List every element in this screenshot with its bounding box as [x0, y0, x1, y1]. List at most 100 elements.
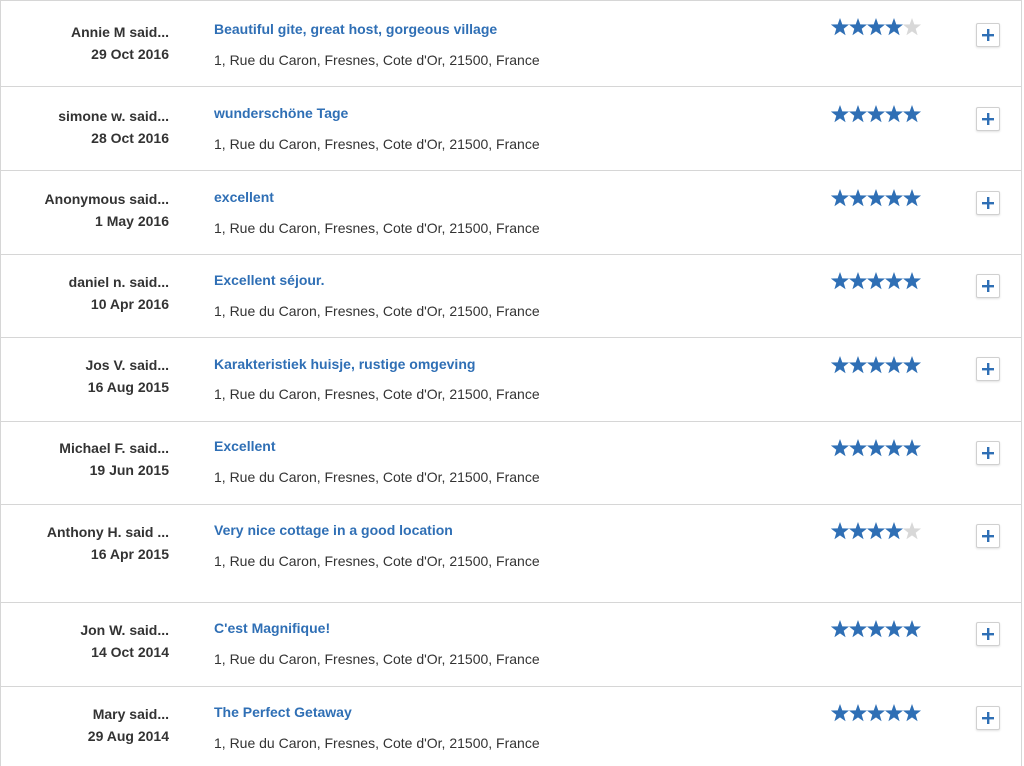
review-author-block: Michael F. said... 19 Jun 2015 [9, 437, 169, 481]
review-title-link[interactable]: Very nice cottage in a good location [214, 522, 453, 538]
review-date: 1 May 2016 [95, 213, 169, 229]
star-icon [884, 189, 904, 207]
star-icon [902, 189, 922, 207]
star-icon [866, 439, 886, 457]
review-title-link[interactable]: Excellent [214, 438, 275, 454]
plus-icon [982, 363, 994, 375]
star-icon [902, 105, 922, 123]
review-author: Jon W. said... [80, 622, 169, 638]
star-icon [884, 704, 904, 722]
review-author: Anthony H. said ... [46, 524, 169, 540]
review-author: Anonymous said... [44, 191, 169, 207]
star-rating-svg [831, 18, 922, 36]
review-author: Mary said... [92, 706, 169, 722]
star-icon [902, 620, 922, 638]
star-icon [884, 439, 904, 457]
star-icon [831, 439, 850, 457]
star-rating [831, 188, 923, 208]
star-icon [866, 522, 886, 540]
star-rating-svg [831, 105, 922, 123]
star-icon [866, 18, 886, 36]
expand-review-button[interactable] [976, 357, 1000, 381]
star-rating [831, 17, 923, 37]
review-date: 19 Jun 2015 [89, 462, 169, 478]
review-title-link[interactable]: C'est Magnifique! [214, 620, 330, 636]
review-author-block: simone w. said... 28 Oct 2016 [9, 105, 169, 149]
star-rating [831, 703, 923, 723]
review-address: 1, Rue du Caron, Fresnes, Cote d'Or, 215… [214, 136, 540, 152]
review-row: Michael F. said... 19 Jun 2015 Excellent… [1, 422, 1021, 505]
star-icon [831, 189, 850, 207]
star-rating-svg [831, 189, 922, 207]
review-date: 16 Apr 2015 [90, 546, 169, 562]
review-title-link[interactable]: The Perfect Getaway [214, 704, 352, 720]
review-row: simone w. said... 28 Oct 2016 wunderschö… [1, 87, 1021, 171]
review-row: daniel n. said... 10 Apr 2016 Excellent … [1, 255, 1021, 338]
expand-review-button[interactable] [976, 524, 1000, 548]
review-date: 28 Oct 2016 [91, 130, 169, 146]
review-address: 1, Rue du Caron, Fresnes, Cote d'Or, 215… [214, 52, 540, 68]
review-address: 1, Rue du Caron, Fresnes, Cote d'Or, 215… [214, 220, 540, 236]
review-author: daniel n. said... [68, 274, 169, 290]
expand-review-button[interactable] [976, 191, 1000, 215]
review-address: 1, Rue du Caron, Fresnes, Cote d'Or, 215… [214, 553, 540, 569]
plus-icon [982, 280, 994, 292]
review-title-link[interactable]: Excellent séjour. [214, 272, 325, 288]
star-icon [902, 18, 922, 36]
star-icon [902, 356, 922, 374]
star-icon [866, 105, 886, 123]
star-icon [831, 272, 850, 290]
expand-review-button[interactable] [976, 107, 1000, 131]
review-author-block: daniel n. said... 10 Apr 2016 [9, 271, 169, 315]
plus-icon [982, 113, 994, 125]
review-author-block: Annie M said... 29 Oct 2016 [9, 21, 169, 65]
review-author-block: Jos V. said... 16 Aug 2015 [9, 354, 169, 398]
star-icon [848, 704, 868, 722]
star-icon [884, 18, 904, 36]
review-row: Jon W. said... 14 Oct 2014 C'est Magnifi… [1, 603, 1021, 687]
star-icon [831, 704, 850, 722]
star-icon [866, 704, 886, 722]
review-row: Anonymous said... 1 May 2016 excellent 1… [1, 171, 1021, 255]
plus-icon [982, 530, 994, 542]
plus-icon [982, 197, 994, 209]
star-icon [866, 272, 886, 290]
expand-review-button[interactable] [976, 441, 1000, 465]
star-icon [848, 356, 868, 374]
review-author: Annie M said... [70, 24, 169, 40]
star-icon [848, 105, 868, 123]
review-title-link[interactable]: Karakteristiek huisje, rustige omgeving [214, 356, 475, 372]
review-date: 16 Aug 2015 [87, 379, 169, 395]
star-icon [866, 620, 886, 638]
review-row: Annie M said... 29 Oct 2016 Beautiful gi… [1, 1, 1021, 87]
review-title-link[interactable]: excellent [214, 189, 274, 205]
star-icon [831, 18, 850, 36]
plus-icon [982, 447, 994, 459]
star-icon [848, 439, 868, 457]
star-rating [831, 438, 923, 458]
review-title-link[interactable]: wunderschöne Tage [214, 105, 348, 121]
plus-icon [982, 628, 994, 640]
expand-review-button[interactable] [976, 622, 1000, 646]
star-icon [884, 356, 904, 374]
star-icon [831, 105, 850, 123]
review-title-link[interactable]: Beautiful gite, great host, gorgeous vil… [214, 21, 497, 37]
expand-review-button[interactable] [976, 706, 1000, 730]
review-address: 1, Rue du Caron, Fresnes, Cote d'Or, 215… [214, 303, 540, 319]
review-address: 1, Rue du Caron, Fresnes, Cote d'Or, 215… [214, 469, 540, 485]
star-rating-svg [831, 620, 922, 638]
star-icon [831, 620, 850, 638]
star-icon [884, 272, 904, 290]
expand-review-button[interactable] [976, 274, 1000, 298]
review-address: 1, Rue du Caron, Fresnes, Cote d'Or, 215… [214, 651, 540, 667]
review-author-block: Mary said... 29 Aug 2014 [9, 703, 169, 747]
expand-review-button[interactable] [976, 23, 1000, 47]
star-rating-svg [831, 356, 922, 374]
star-rating-svg [831, 522, 922, 540]
star-rating [831, 104, 923, 124]
star-icon [884, 620, 904, 638]
star-icon [831, 356, 850, 374]
star-icon [902, 704, 922, 722]
star-rating-svg [831, 704, 922, 722]
star-rating [831, 355, 923, 375]
